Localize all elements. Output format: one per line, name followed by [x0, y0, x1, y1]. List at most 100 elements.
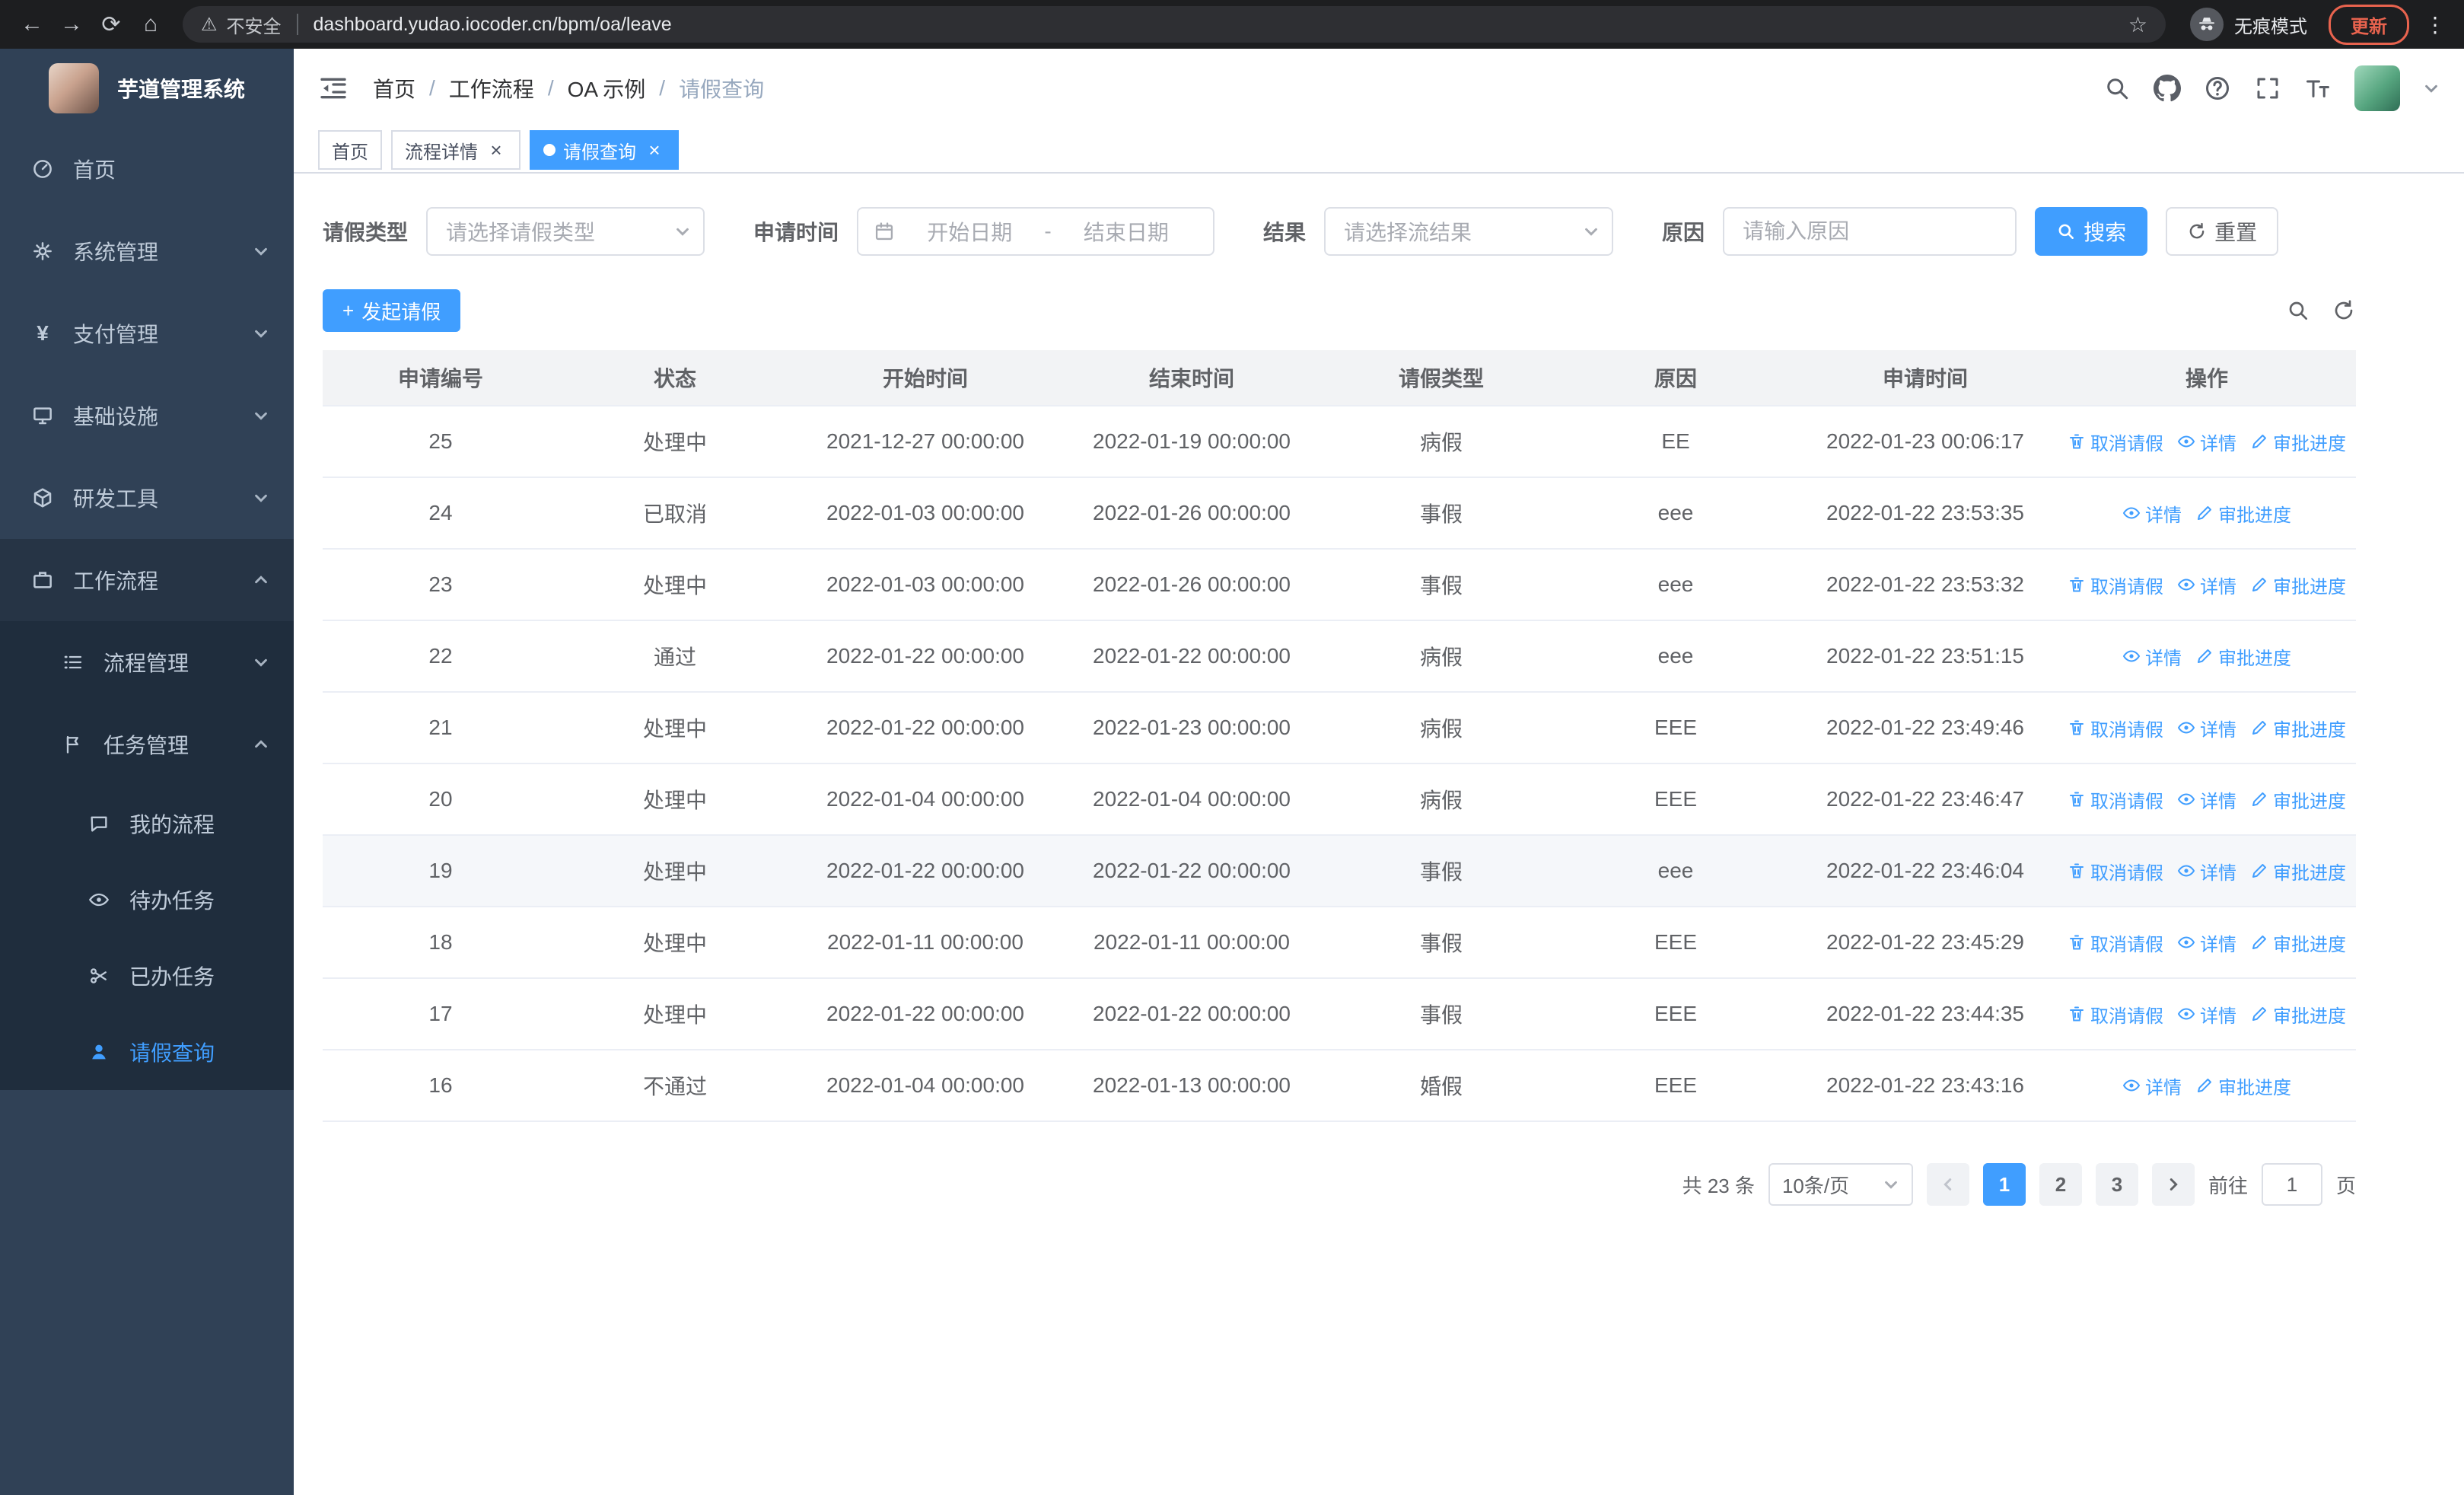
breadcrumb-item[interactable]: 工作流程 — [449, 73, 534, 104]
back-icon[interactable]: ← — [12, 5, 52, 44]
approval-progress-link[interactable]: 审批进度 — [2195, 1073, 2291, 1099]
font-size-icon[interactable] — [2304, 75, 2332, 102]
table-row: 17 处理中 2022-01-22 00:00:00 2022-01-22 00:00… — [323, 979, 2356, 1050]
tab-home[interactable]: 首页 — [318, 130, 382, 170]
page-button-1[interactable]: 1 — [1982, 1163, 2026, 1206]
sidebar-item-my-process[interactable]: 我的流程 — [0, 786, 294, 862]
cancel-leave-link[interactable]: 取消请假 — [2068, 715, 2163, 741]
sidebar-item-infrastructure[interactable]: 基础设施 — [0, 375, 294, 457]
sidebar-item-home[interactable]: 首页 — [0, 128, 294, 210]
cancel-leave-link[interactable]: 取消请假 — [2068, 786, 2163, 813]
close-icon[interactable]: × — [644, 139, 665, 161]
page-size-select[interactable]: 10条/页 — [1768, 1163, 1913, 1206]
update-button[interactable]: 更新 — [2329, 4, 2409, 45]
tab-process-detail[interactable]: 流程详情 × — [391, 130, 520, 170]
eye-icon — [87, 889, 111, 910]
approval-progress-link[interactable]: 审批进度 — [2250, 429, 2346, 455]
fullscreen-icon[interactable] — [2254, 75, 2281, 102]
approval-progress-link[interactable]: 审批进度 — [2250, 929, 2346, 956]
approval-progress-link[interactable]: 审批进度 — [2195, 643, 2291, 670]
detail-link[interactable]: 详情 — [2177, 786, 2236, 813]
result-select[interactable]: 请选择流结果 — [1324, 207, 1614, 256]
detail-link[interactable]: 详情 — [2177, 572, 2236, 598]
row-actions: 取消请假 详情 审批进度 — [2058, 572, 2356, 598]
sidebar-fold-icon[interactable] — [318, 73, 349, 104]
cancel-leave-link[interactable]: 取消请假 — [2068, 429, 2163, 455]
approval-progress-link[interactable]: 审批进度 — [2195, 500, 2291, 527]
pagination: 共 23 条 10条/页 1 2 3 前往 页 — [323, 1163, 2356, 1206]
detail-link[interactable]: 详情 — [2177, 715, 2236, 741]
detail-link[interactable]: 详情 — [2177, 929, 2236, 956]
goto-label: 前往 — [2208, 1174, 2248, 1197]
help-icon[interactable] — [2204, 75, 2231, 102]
create-leave-button[interactable]: + 发起请假 — [323, 289, 461, 332]
sidebar-item-process-management[interactable]: 流程管理 — [0, 621, 294, 703]
sidebar-item-task-management[interactable]: 任务管理 — [0, 703, 294, 786]
forward-icon[interactable]: → — [52, 5, 91, 44]
url-text[interactable]: dashboard.yudao.iocoder.cn/bpm/oa/leave — [314, 14, 2128, 36]
detail-link[interactable]: 详情 — [2122, 643, 2182, 670]
reason-input[interactable] — [1723, 207, 2017, 256]
goto-page-input[interactable] — [2261, 1163, 2322, 1206]
breadcrumb-item[interactable]: 首页 — [373, 73, 415, 104]
sidebar-item-leave-query[interactable]: 请假查询 — [0, 1014, 294, 1090]
sidebar-item-workflow[interactable]: 工作流程 — [0, 539, 294, 621]
security-chip[interactable]: ⚠ 不安全 — [201, 11, 282, 38]
apply-time-range-picker[interactable]: 开始日期 - 结束日期 — [857, 207, 1215, 256]
reset-button[interactable]: 重置 — [2166, 207, 2279, 256]
approval-progress-link[interactable]: 审批进度 — [2250, 572, 2346, 598]
cell-status: 处理中 — [642, 431, 707, 454]
cancel-leave-link[interactable]: 取消请假 — [2068, 858, 2163, 885]
table-row: 20 处理中 2022-01-04 00:00:00 2022-01-04 00:00… — [323, 764, 2356, 836]
column-header: 状态 — [653, 367, 696, 390]
cell-start: 2022-01-04 00:00:00 — [826, 1073, 1024, 1097]
sidebar-item-todo-tasks[interactable]: 待办任务 — [0, 862, 294, 938]
browser-menu-icon[interactable]: ⋮ — [2418, 12, 2452, 37]
sidebar-item-label: 我的流程 — [129, 813, 215, 837]
close-icon[interactable]: × — [485, 139, 507, 161]
approval-progress-link[interactable]: 审批进度 — [2250, 1001, 2346, 1028]
page-button-3[interactable]: 3 — [2095, 1163, 2138, 1206]
search-button[interactable]: 搜索 — [2035, 207, 2148, 256]
cell-status: 已取消 — [642, 502, 707, 526]
user-avatar[interactable] — [2354, 65, 2400, 111]
next-page-button[interactable] — [2151, 1163, 2195, 1206]
breadcrumb-item[interactable]: OA 示例 — [568, 73, 646, 104]
cancel-leave-link[interactable]: 取消请假 — [2068, 929, 2163, 956]
cancel-leave-link[interactable]: 取消请假 — [2068, 572, 2163, 598]
cancel-leave-link[interactable]: 取消请假 — [2068, 1001, 2163, 1028]
cell-applied: 2022-01-22 23:51:15 — [1826, 644, 2024, 668]
page-button-2[interactable]: 2 — [2039, 1163, 2082, 1206]
sidebar-item-devtools[interactable]: 研发工具 — [0, 457, 294, 539]
select-placeholder: 请选择流结果 — [1344, 221, 1472, 244]
detail-link[interactable]: 详情 — [2177, 858, 2236, 885]
cell-applied: 2022-01-22 23:53:35 — [1826, 501, 2024, 524]
github-icon[interactable] — [2154, 75, 2181, 102]
approval-progress-link[interactable]: 审批进度 — [2250, 858, 2346, 885]
reload-icon[interactable]: ⟳ — [91, 5, 131, 44]
sidebar-item-system[interactable]: 系统管理 — [0, 210, 294, 292]
tab-leave-query[interactable]: 请假查询 × — [530, 130, 679, 170]
detail-link[interactable]: 详情 — [2122, 1073, 2182, 1099]
refresh-table-icon[interactable] — [2332, 298, 2356, 323]
detail-link[interactable]: 详情 — [2122, 500, 2182, 527]
address-bar[interactable]: ⚠ 不安全 dashboard.yudao.iocoder.cn/bpm/oa/… — [183, 6, 2166, 43]
approval-progress-link[interactable]: 审批进度 — [2250, 715, 2346, 741]
prev-page-button[interactable] — [1926, 1163, 1969, 1206]
avatar-caret-icon[interactable] — [2423, 80, 2440, 97]
toggle-search-icon[interactable] — [2286, 298, 2310, 323]
cell-applied: 2022-01-22 23:53:32 — [1826, 572, 2024, 596]
app-logo[interactable]: 芋道管理系统 — [0, 49, 294, 128]
home-icon[interactable]: ⌂ — [131, 5, 170, 44]
sidebar-item-payment[interactable]: ¥ 支付管理 — [0, 292, 294, 375]
dashboard-icon — [30, 158, 55, 180]
detail-link[interactable]: 详情 — [2177, 429, 2236, 455]
approval-progress-link[interactable]: 审批进度 — [2250, 786, 2346, 813]
sidebar-item-done-tasks[interactable]: 已办任务 — [0, 938, 294, 1014]
reset-button-label: 重置 — [2214, 221, 2258, 244]
sidebar-item-label: 工作流程 — [73, 569, 159, 593]
detail-link[interactable]: 详情 — [2177, 1001, 2236, 1028]
bookmark-star-icon[interactable]: ☆ — [2128, 12, 2147, 37]
search-icon[interactable] — [2103, 75, 2131, 102]
leave-type-select[interactable]: 请选择请假类型 — [426, 207, 705, 256]
